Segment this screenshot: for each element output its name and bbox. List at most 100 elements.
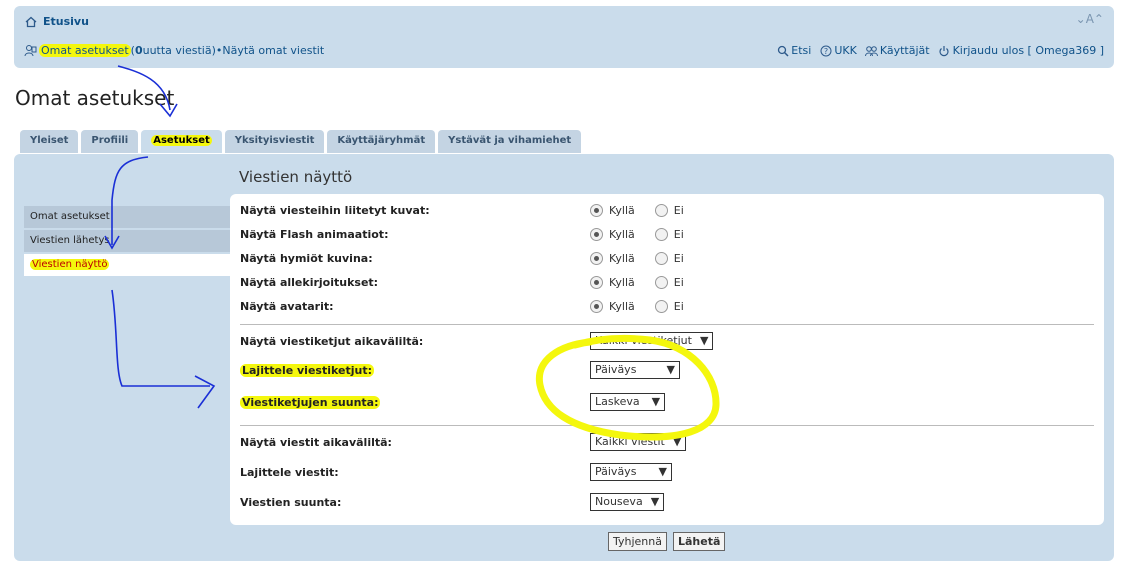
radio-yes[interactable] [590,299,603,313]
radio-yes[interactable] [590,227,603,241]
select-value: Päiväys [595,465,637,478]
setting-label: Lajittele viestit: [240,465,339,479]
radio-no[interactable] [654,299,668,313]
post-direction-select[interactable]: Nouseva ▼ [590,493,665,511]
setting-row-topic-direction: Viestiketjujen suunta: Laskeva ▼ [240,392,1100,412]
navbar: Etusivu ⌄A⌃ Omat asetukset ( 0 uutta vie… [14,6,1114,68]
setting-row-topic-days: Näytä viestiketjut aikaväliltä: Kaikki v… [240,331,1100,351]
setting-row-topic-sort: Lajittele viestiketjut: Päiväys ▼ [240,360,1100,380]
select-value: Kaikki viestiketjut [595,334,692,347]
sidebar-item-display-label: Viestien näyttö [30,259,110,270]
tab-bar: Yleiset Profiili Asetukset Yksityisviest… [20,130,582,153]
submit-button[interactable]: Lähetä [673,532,726,551]
radio-no-label: Ei [673,227,684,241]
tab-private-messages[interactable]: Yksityisviestit [224,130,325,153]
sidebar-menu: Omat asetukset Viestien lähetys Viestien… [24,206,230,278]
dropdown-arrow-icon: ▼ [658,465,667,478]
sidebar-item-posting[interactable]: Viestien lähetys [24,230,230,254]
logout-label: Kirjaudu ulos [ Omega369 ] [952,44,1104,57]
select-value: Laskeva [595,395,640,408]
setting-label: Näytä viestit aikaväliltä: [240,435,392,449]
search-icon [776,44,789,57]
form-buttons: Tyhjennä Lähetä [608,532,726,551]
divider [240,425,1094,426]
faq-link[interactable]: ? UKK [819,44,857,57]
ucp-link[interactable]: Omat asetukset [39,44,131,57]
divider [240,324,1094,325]
setting-label: Näytä viesteihin liitetyt kuvat: [240,203,430,217]
select-value: Nouseva [595,495,643,508]
tab-preferences-label: Asetukset [151,135,212,146]
tab-profile[interactable]: Profiili [81,130,139,153]
reset-button[interactable]: Tyhjennä [608,532,667,551]
topic-sort-select[interactable]: Päiväys ▼ [590,361,680,379]
power-icon [938,44,951,57]
unread-count: 0 [134,44,143,57]
unread-label[interactable]: uutta viestiä) [143,44,216,57]
setting-label: Näytä hymiöt kuvina: [240,251,373,265]
tab-general[interactable]: Yleiset [20,130,79,153]
radio-no[interactable] [654,227,668,241]
members-link[interactable]: Käyttäjät [864,44,930,57]
home-label: Etusivu [43,15,89,28]
main-panel: Viestien näyttö Omat asetukset Viestien … [14,154,1114,561]
setting-label: Näytä allekirjoitukset: [240,275,379,289]
radio-yes[interactable] [590,203,603,217]
home-icon [24,15,37,28]
dropdown-arrow-icon: ▼ [672,435,682,448]
sidebar-item-preferences[interactable]: Omat asetukset [24,206,230,230]
select-value: Päiväys [595,363,637,376]
radio-no-label: Ei [673,299,684,313]
radio-yes-label: Kyllä [609,203,635,217]
view-own-posts-link[interactable]: Näytä omat viestit [222,44,324,57]
setting-label: Lajittele viestiketjut: [240,363,374,377]
setting-label: Näytä viestiketjut aikaväliltä: [240,334,424,348]
sidebar-item-display[interactable]: Viestien näyttö [24,254,230,278]
post-sort-select[interactable]: Päiväys ▼ [590,463,672,481]
settings-form: Näytä viesteihin liitetyt kuvat: Kyllä E… [230,194,1104,525]
radio-yes-label: Kyllä [609,251,635,265]
radio-yes[interactable] [590,275,603,289]
setting-row-post-sort: Lajittele viestit: Päiväys ▼ [240,462,1100,482]
setting-label: Näytä Flash animaatiot: [240,227,389,241]
radio-no-label: Ei [673,251,684,265]
radio-no[interactable] [654,203,668,217]
setting-row-post-days: Näytä viestit aikaväliltä: Kaikki viesti… [240,432,1100,452]
tab-friends-foes[interactable]: Ystävät ja vihamiehet [438,130,582,153]
setting-row-signatures: Näytä allekirjoitukset: Kyllä Ei [240,272,1100,292]
topic-days-select[interactable]: Kaikki viestiketjut ▼ [590,332,714,350]
font-size-toggle[interactable]: ⌄A⌃ [1076,12,1104,26]
dropdown-arrow-icon: ▼ [699,334,709,347]
select-value: Kaikki viestit [595,435,665,448]
setting-row-post-direction: Viestien suunta: Nouseva ▼ [240,492,1100,512]
setting-label: Viestien suunta: [240,495,342,509]
dropdown-arrow-icon: ▼ [666,363,675,376]
radio-no-label: Ei [673,275,684,289]
setting-row-avatars: Näytä avatarit: Kyllä Ei [240,296,1100,316]
home-link[interactable]: Etusivu [24,15,89,28]
radio-yes-label: Kyllä [609,227,635,241]
section-title: Viestien näyttö [239,168,353,186]
topic-direction-select[interactable]: Laskeva ▼ [590,393,666,411]
radio-no-label: Ei [673,203,684,217]
logout-link[interactable]: Kirjaudu ulos [ Omega369 ] [938,44,1104,57]
page-title: Omat asetukset [15,86,175,110]
search-link[interactable]: Etsi [776,44,811,57]
svg-text:?: ? [824,47,828,56]
post-days-select[interactable]: Kaikki viestit ▼ [590,433,687,451]
tab-preferences[interactable]: Asetukset [141,130,222,153]
tab-usergroups[interactable]: Käyttäjäryhmät [327,130,436,153]
setting-row-smilies: Näytä hymiöt kuvina: Kyllä Ei [240,248,1100,268]
radio-no[interactable] [654,251,668,265]
faq-label: UKK [834,44,857,57]
setting-label: Viestiketjujen suunta: [240,395,381,409]
members-icon [864,44,878,57]
help-icon: ? [819,44,832,57]
members-label: Käyttäjät [879,44,930,57]
radio-no[interactable] [654,275,668,289]
radio-yes[interactable] [590,251,603,265]
dropdown-arrow-icon: ▼ [651,395,661,408]
radio-yes-label: Kyllä [609,299,635,313]
setting-row-flash: Näytä Flash animaatiot: Kyllä Ei [240,224,1100,244]
dropdown-arrow-icon: ▼ [650,495,660,508]
